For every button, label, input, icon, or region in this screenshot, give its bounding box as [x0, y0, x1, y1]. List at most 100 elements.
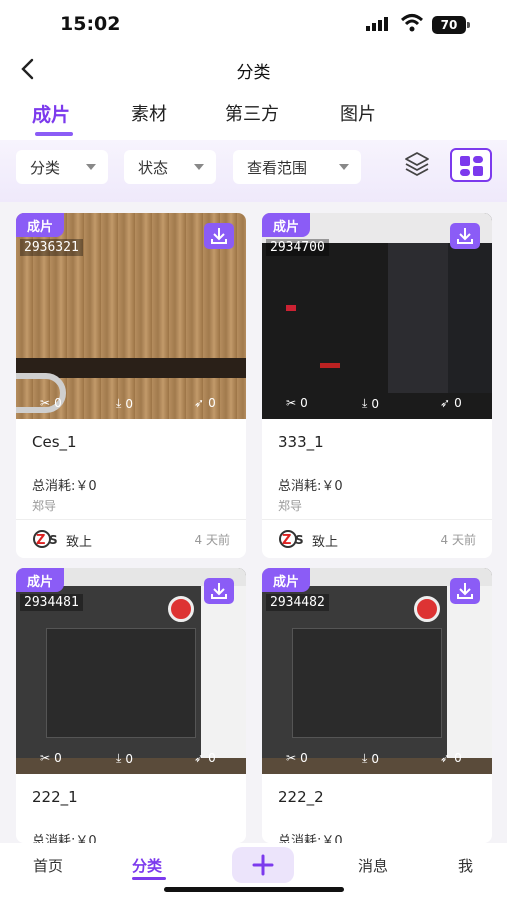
download-button[interactable]	[450, 578, 480, 604]
send-stat: ➶ 0	[194, 751, 216, 765]
scissors-icon: ✂	[286, 751, 297, 765]
grid-icon	[460, 156, 470, 166]
caret-down-icon	[86, 164, 96, 170]
card-stats: ✂ 0 ⤓ 0 ➶ 0	[262, 393, 492, 417]
card-stats: ✂ 0 ⤓ 0 ➶ 0	[16, 748, 246, 772]
svg-text:S: S	[49, 533, 58, 547]
finished-badge: 成片	[262, 213, 310, 237]
card-cost: 总消耗:￥0	[278, 479, 343, 494]
send-icon: ➶	[440, 751, 451, 765]
card-title: 222_2	[278, 788, 324, 806]
tab-material[interactable]: 素材	[131, 100, 167, 126]
tab-images[interactable]: 图片	[340, 100, 376, 126]
grid-view-button[interactable]	[450, 148, 492, 182]
send-stat: ➶ 0	[440, 751, 462, 765]
content-tabs: 成片 素材 第三方 图片	[0, 90, 507, 140]
download-stat: ⤓ 0	[362, 751, 379, 766]
svg-text:Z: Z	[36, 533, 45, 548]
card-cost: 总消耗:￥0	[278, 834, 343, 843]
layers-icon[interactable]	[403, 150, 431, 178]
download-icon	[211, 228, 227, 244]
signal-icon	[366, 17, 388, 31]
scissors-icon: ✂	[40, 396, 51, 410]
nav-home[interactable]: 首页	[33, 855, 63, 876]
status-filter-dropdown[interactable]: 状态	[124, 150, 216, 184]
category-filter-label: 分类	[30, 158, 61, 177]
share-stat: ✂ 0	[40, 396, 62, 410]
download-button[interactable]	[450, 223, 480, 249]
finished-badge: 成片	[16, 568, 64, 592]
download-icon: ⤓	[116, 751, 122, 765]
finished-badge: 成片	[262, 568, 310, 592]
status-filter-label: 状态	[138, 158, 169, 177]
tab-third-party[interactable]: 第三方	[225, 100, 279, 126]
scissors-icon: ✂	[286, 396, 297, 410]
card-time-ago: 4 天前	[440, 533, 476, 547]
send-stat: ➶ 0	[194, 396, 216, 410]
card-stats: ✂ 0 ⤓ 0 ➶ 0	[16, 393, 246, 417]
brand-logo-icon: Z S	[33, 530, 58, 548]
card-title: 222_1	[32, 788, 78, 806]
video-card[interactable]: 成片 2934482 ✂ 0 ⤓ 0 ➶ 0 222_2 总消耗:￥0	[262, 568, 492, 843]
share-stat: ✂ 0	[40, 751, 62, 765]
active-nav-indicator	[132, 877, 166, 880]
card-brand: 致上	[66, 535, 93, 550]
card-title: 333_1	[278, 433, 324, 451]
scope-filter-label: 查看范围	[247, 158, 308, 177]
card-brand: 致上	[312, 535, 339, 550]
home-indicator	[164, 887, 344, 892]
card-stats: ✂ 0 ⤓ 0 ➶ 0	[262, 748, 492, 772]
finished-badge: 成片	[16, 213, 64, 237]
video-card[interactable]: 成片 2934700 ✂ 0 ⤓ 0 ➶ 0 333_1 总消耗:￥0 郑导 Z S …	[262, 213, 492, 558]
card-cost: 总消耗:￥0	[32, 479, 97, 494]
download-stat: ⤓ 0	[116, 396, 133, 411]
status-time: 15:02	[60, 13, 121, 35]
download-stat: ⤓ 0	[362, 396, 379, 411]
send-icon: ➶	[440, 396, 451, 410]
download-icon: ⤓	[116, 396, 122, 410]
card-divider	[262, 519, 492, 520]
category-filter-dropdown[interactable]: 分类	[16, 150, 108, 184]
tab-finished-video[interactable]: 成片	[32, 100, 70, 127]
share-stat: ✂ 0	[286, 396, 308, 410]
nav-category[interactable]: 分类	[132, 855, 162, 876]
video-id: 2936321	[20, 239, 83, 256]
video-card[interactable]: 成片 2936321 ✂ 0 ⤓ 0 ➶ 0 Ces_1 总消耗:￥0 郑导 Z S …	[16, 213, 246, 558]
scope-filter-dropdown[interactable]: 查看范围	[233, 150, 361, 184]
card-owner: 郑导	[278, 499, 303, 513]
caret-down-icon	[194, 164, 204, 170]
send-stat: ➶ 0	[440, 396, 462, 410]
download-icon: ⤓	[362, 396, 368, 410]
brand-logo-icon: Z S	[279, 530, 304, 548]
video-id: 2934482	[266, 594, 329, 611]
download-icon	[457, 228, 473, 244]
download-icon: ⤓	[362, 751, 368, 765]
plus-icon	[252, 854, 274, 876]
download-button[interactable]	[204, 223, 234, 249]
send-icon: ➶	[194, 751, 205, 765]
send-icon: ➶	[194, 396, 205, 410]
nav-me[interactable]: 我	[458, 855, 473, 876]
video-card[interactable]: 成片 2934481 ✂ 0 ⤓ 0 ➶ 0 222_1 总消耗:￥0	[16, 568, 246, 843]
caret-down-icon	[339, 164, 349, 170]
scissors-icon: ✂	[40, 751, 51, 765]
svg-text:Z: Z	[282, 533, 291, 548]
page-title: 分类	[236, 63, 271, 83]
share-stat: ✂ 0	[286, 751, 308, 765]
card-title: Ces_1	[32, 433, 77, 451]
card-owner: 郑导	[32, 499, 57, 513]
video-id: 2934481	[20, 594, 83, 611]
download-button[interactable]	[204, 578, 234, 604]
svg-text:S: S	[295, 533, 304, 547]
nav-messages[interactable]: 消息	[358, 855, 388, 876]
active-tab-indicator	[35, 132, 73, 136]
wifi-icon	[400, 14, 424, 32]
card-cost: 总消耗:￥0	[32, 834, 97, 843]
card-time-ago: 4 天前	[194, 533, 230, 547]
create-button[interactable]	[232, 847, 294, 883]
video-id: 2934700	[266, 239, 329, 256]
battery-icon: 70	[432, 16, 470, 34]
download-icon	[457, 583, 473, 599]
download-icon	[211, 583, 227, 599]
nav-header: 分类	[0, 48, 507, 90]
